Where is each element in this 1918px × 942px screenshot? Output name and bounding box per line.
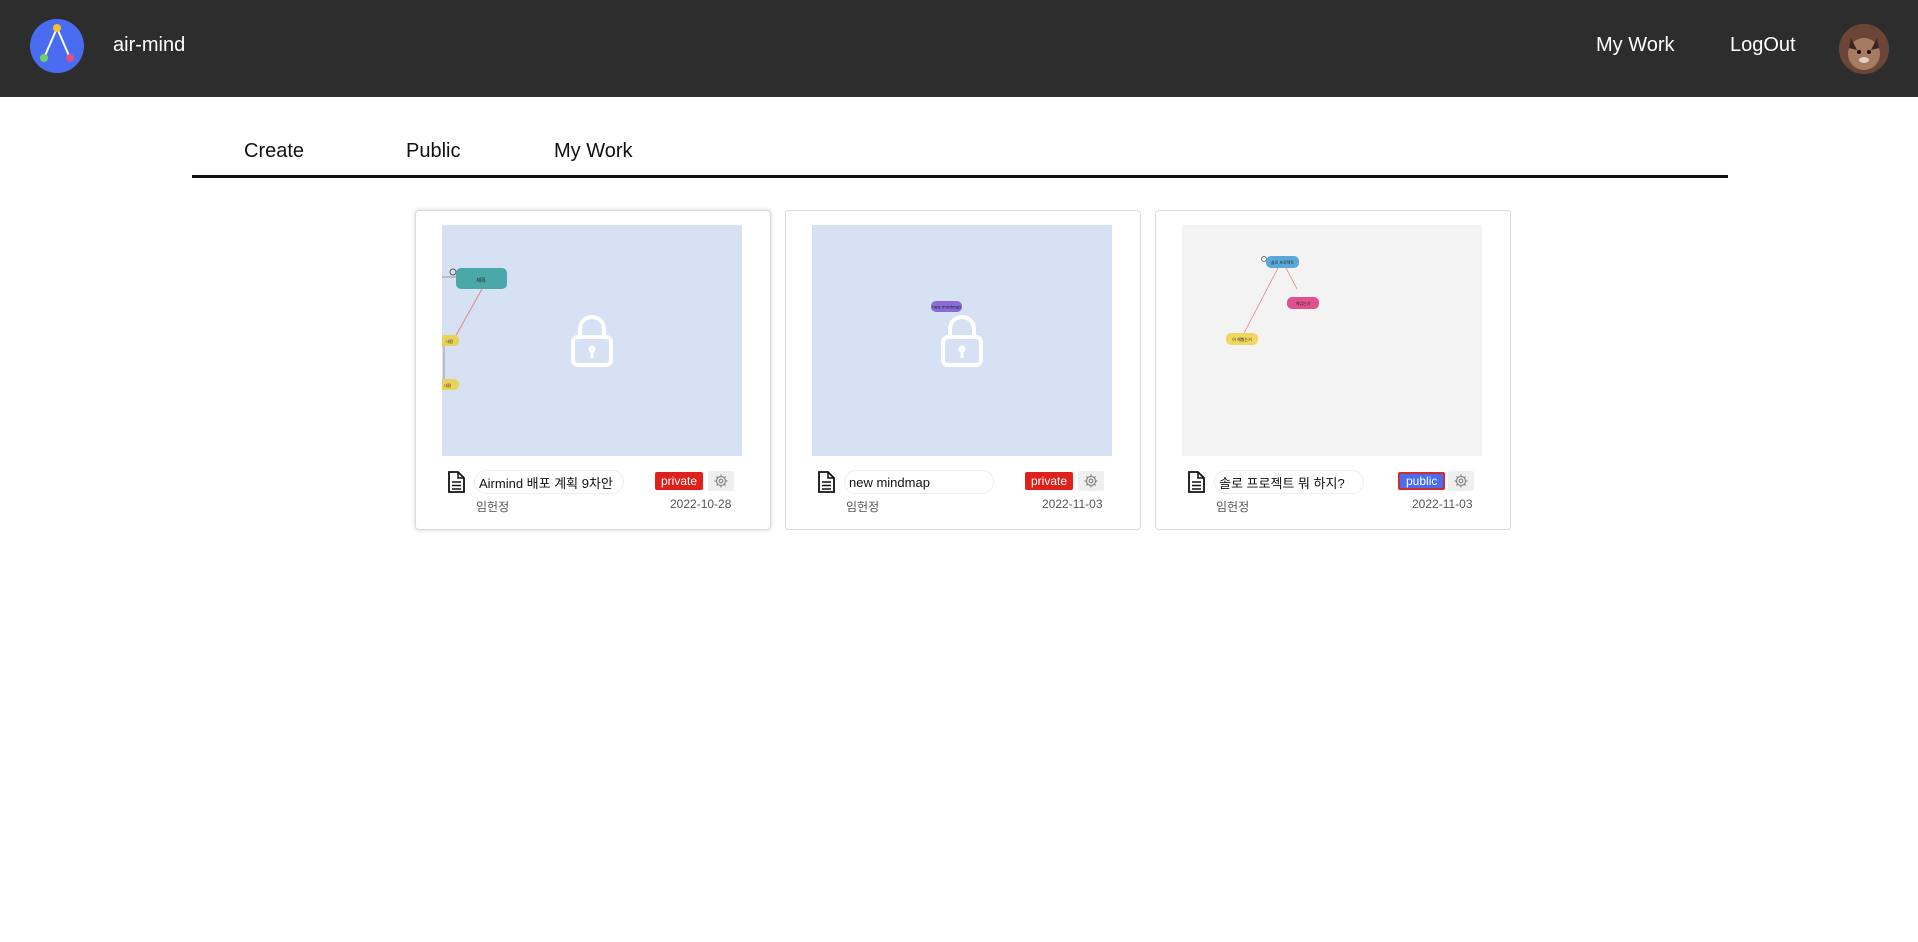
nav-logout-link[interactable]: LogOut [1730, 34, 1796, 57]
visibility-badge-private[interactable]: private [655, 472, 704, 490]
svg-text:내용: 내용 [446, 338, 454, 344]
brand-name[interactable]: air-mind [113, 34, 185, 57]
visibility-badge-private[interactable]: private [1025, 472, 1074, 490]
svg-text:내용: 내용 [444, 382, 452, 388]
top-navbar: air-mind My Work LogOut [0, 0, 1918, 97]
mindmap-title-input[interactable] [1214, 470, 1364, 494]
user-avatar[interactable] [1839, 24, 1889, 74]
mindmap-node: 솔로 프로젝트 [1271, 259, 1295, 265]
created-date: 2022-10-28 [670, 497, 732, 511]
mindmap-thumbnail[interactable]: 솔로 프로젝트 게임는거 이 해봤는거 [1182, 225, 1482, 456]
section-tabs: Create Public My Work [192, 118, 1728, 178]
mindmap-node: 제목 [476, 277, 486, 284]
visibility-badge-public[interactable]: public [1398, 472, 1446, 490]
gear-icon [1454, 474, 1468, 488]
mindmap-title-input[interactable] [474, 470, 624, 494]
mindmap-card[interactable]: new mindmap private 임헌정 2022-11-03 [785, 210, 1141, 530]
author-name: 임헌정 [846, 500, 880, 514]
mindmap-title-input[interactable] [844, 470, 994, 494]
mindmap-thumbnail[interactable]: new mindmap [812, 225, 1112, 456]
document-icon [816, 471, 836, 498]
author-name: 임헌정 [476, 500, 510, 514]
nav-my-work-link[interactable]: My Work [1596, 34, 1675, 57]
mindmap-card[interactable]: 제목 내용 내용 private [415, 210, 771, 530]
mindmap-thumbnail[interactable]: 제목 내용 내용 [442, 225, 742, 456]
gear-icon [1084, 474, 1098, 488]
tab-public[interactable]: Public [406, 140, 460, 163]
author-name: 임헌정 [1216, 500, 1250, 514]
document-icon [1186, 471, 1206, 498]
mindmap-node: 게임는거 [1296, 300, 1311, 306]
created-date: 2022-11-03 [1412, 497, 1473, 511]
tab-create[interactable]: Create [244, 140, 304, 163]
settings-button[interactable] [1448, 471, 1474, 491]
settings-button[interactable] [1078, 471, 1104, 491]
settings-button[interactable] [708, 471, 734, 491]
gear-icon [714, 474, 728, 488]
mindmap-card[interactable]: 솔로 프로젝트 게임는거 이 해봤는거 public 임헌정 2022-11-0… [1155, 210, 1511, 530]
created-date: 2022-11-03 [1042, 497, 1103, 511]
tab-my-work[interactable]: My Work [554, 140, 633, 163]
mindmap-node: new mindmap [932, 305, 961, 310]
mindmap-node: 이 해봤는거 [1232, 336, 1252, 342]
document-icon [446, 471, 466, 498]
air-mind-logo-icon[interactable] [30, 19, 84, 73]
